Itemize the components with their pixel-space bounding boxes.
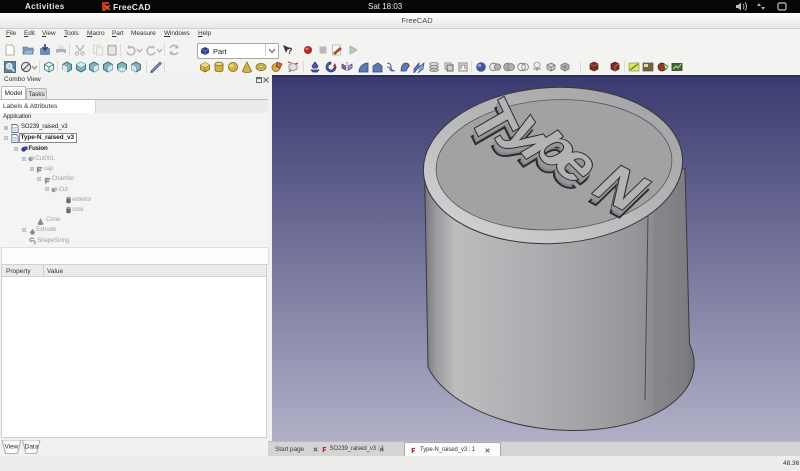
svg-text:Data: Data [25, 444, 39, 451]
svg-text:?: ? [287, 46, 293, 56]
svg-text:View: View [5, 444, 19, 451]
